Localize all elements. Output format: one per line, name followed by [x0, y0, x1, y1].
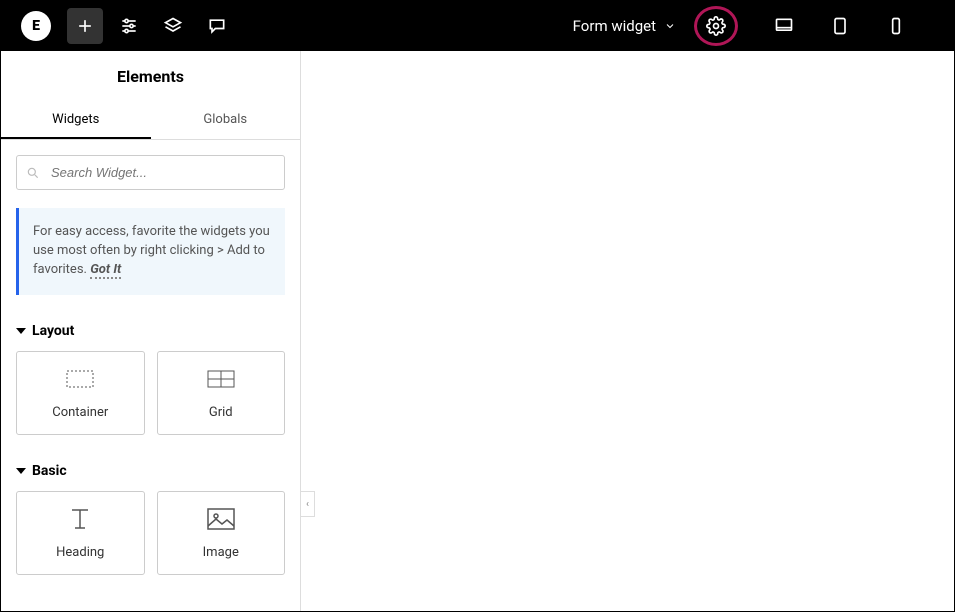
widget-label: Image [203, 545, 239, 560]
caret-down-icon [16, 326, 26, 336]
widget-image[interactable]: Image [157, 491, 286, 575]
section-layout-toggle[interactable]: Layout [16, 323, 285, 339]
comments-button[interactable] [199, 8, 235, 44]
desktop-view-button[interactable] [766, 8, 802, 44]
chevron-down-icon [664, 20, 676, 32]
settings-sliders-button[interactable] [111, 8, 147, 44]
panel-tabs: Widgets Globals [1, 102, 300, 140]
tablet-icon [830, 16, 850, 36]
panel-title: Elements [1, 51, 300, 102]
widget-label: Grid [209, 405, 233, 420]
widget-heading[interactable]: Heading [16, 491, 145, 575]
caret-down-icon [16, 466, 26, 476]
tab-widgets[interactable]: Widgets [1, 102, 151, 139]
elements-sidebar: Elements Widgets Globals For easy access… [1, 51, 301, 611]
section-basic-toggle[interactable]: Basic [16, 463, 285, 479]
mobile-view-button[interactable] [878, 8, 914, 44]
section-basic-label: Basic [32, 463, 67, 479]
chevron-left-icon: ‹ [306, 499, 309, 510]
collapse-sidebar-button[interactable]: ‹ [301, 491, 315, 517]
structure-button[interactable] [155, 8, 191, 44]
elementor-logo-icon[interactable]: E [21, 11, 51, 41]
heading-icon [66, 505, 94, 533]
tip-gotit-button[interactable]: Got It [90, 262, 121, 279]
page-title-label: Form widget [573, 17, 656, 35]
topbar: E Form widget [1, 1, 954, 51]
widget-grid[interactable]: Grid [157, 351, 286, 435]
container-icon [66, 365, 94, 393]
mobile-icon [886, 16, 906, 36]
highlight-circle [694, 6, 738, 46]
search-input[interactable] [16, 155, 285, 190]
section-layout-label: Layout [32, 323, 74, 339]
add-element-button[interactable] [67, 8, 103, 44]
tip-text: For easy access, favorite the widgets yo… [33, 224, 270, 277]
widget-label: Container [52, 405, 108, 420]
tab-globals[interactable]: Globals [151, 102, 301, 139]
desktop-icon [774, 16, 794, 36]
search-widget [16, 155, 285, 190]
widget-container[interactable]: Container [16, 351, 145, 435]
search-icon [26, 166, 40, 180]
page-title-dropdown[interactable]: Form widget [573, 17, 676, 35]
page-settings-button[interactable] [694, 4, 738, 48]
tablet-view-button[interactable] [822, 8, 858, 44]
favorites-tip: For easy access, favorite the widgets yo… [16, 208, 285, 295]
grid-icon [207, 365, 235, 393]
widget-label: Heading [56, 545, 104, 560]
image-icon [207, 505, 235, 533]
